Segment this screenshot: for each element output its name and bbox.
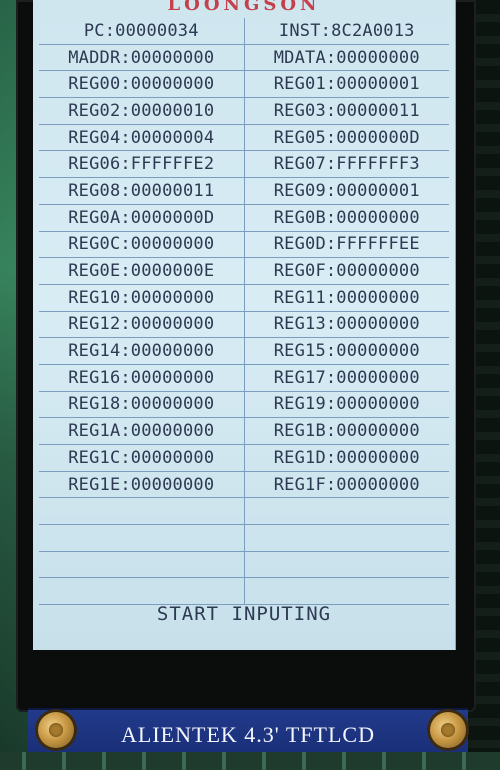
register-cell: REG14:00000000 — [39, 338, 245, 364]
empty-row — [39, 498, 450, 526]
register-cell: REG0C:00000000 — [39, 231, 245, 258]
register-cell: INST:8C2A0013 — [278, 20, 415, 41]
register-cell: REG08:00000011 — [39, 178, 245, 204]
register-cell: REG0F:00000000 — [273, 261, 420, 282]
board-label-strip: ALIENTEK 4.3' TFTLCD — [28, 708, 468, 754]
register-cell: REG1A:00000000 — [39, 418, 245, 444]
register-cell: REG1F:00000000 — [273, 474, 420, 495]
register-cell: PC:00000034 — [39, 18, 245, 44]
register-cell: REG0A:0000000D — [39, 204, 245, 231]
register-cell: REG0E:0000000E — [39, 258, 245, 284]
register-cell: REG19:00000000 — [273, 394, 420, 415]
register-row: REG1A:00000000 REG1B:00000000 — [39, 418, 449, 445]
register-row: REG08:00000011 REG09:00000001 — [39, 178, 449, 205]
register-row: REG0E:0000000E REG0F:00000000 — [39, 258, 449, 285]
register-cell: REG1C:00000000 — [39, 445, 245, 471]
register-row: REG04:00000004 REG05:0000000D — [39, 124, 449, 152]
register-row: REG12:00000000 REG13:00000000 — [39, 311, 449, 339]
register-cell: REG13:00000000 — [273, 314, 420, 335]
register-row: REG02:00000010 REG03:00000011 — [39, 98, 449, 125]
register-cell: REG0D:FFFFFFEE — [273, 234, 420, 255]
register-cell: REG06:FFFFFFE2 — [39, 151, 245, 178]
empty-cell — [245, 498, 450, 524]
register-row: REG10:00000000 REG11:00000000 — [39, 284, 449, 312]
register-cell: REG1B:00000000 — [273, 421, 420, 442]
register-cell: REG03:00000011 — [273, 100, 420, 121]
empty-cell — [39, 525, 245, 551]
empty-row — [39, 551, 450, 579]
register-cell: MADDR:00000000 — [39, 44, 245, 71]
register-cell: REG1E:00000000 — [39, 471, 245, 498]
register-cell: REG04:00000004 — [39, 124, 245, 151]
register-cell: REG05:0000000D — [273, 127, 420, 148]
register-row: REG1C:00000000 REG1D:00000000 — [39, 445, 449, 472]
register-row: REG0C:00000000 REG0D:FFFFFFEE — [39, 231, 449, 259]
status-message: START INPUTING — [156, 603, 332, 625]
register-cell: REG12:00000000 — [39, 311, 245, 338]
register-cell: REG09:00000001 — [273, 180, 420, 201]
empty-cell — [245, 578, 450, 604]
register-row: MADDR:00000000 MDATA:00000000 — [39, 44, 449, 72]
empty-cell — [245, 525, 450, 551]
register-row: REG1E:00000000 REG1F:00000000 — [39, 471, 449, 499]
empty-cell — [39, 578, 245, 605]
empty-row — [39, 525, 449, 552]
register-row: REG16:00000000 REG17:00000000 — [39, 364, 449, 392]
register-row: REG18:00000000 REG19:00000000 — [39, 391, 449, 419]
register-cell: MDATA:00000000 — [273, 47, 420, 68]
mounting-screw-right — [430, 712, 466, 748]
empty-cell — [39, 551, 245, 578]
register-cell: REG16:00000000 — [39, 364, 245, 391]
empty-cell — [39, 498, 245, 525]
register-cell: REG01:00000001 — [273, 74, 420, 95]
lcd-screen: LOONGSON PC:00000034 INST:8C2A0013 MADDR:0… — [33, 0, 456, 650]
register-cell: REG1D:00000000 — [273, 447, 420, 468]
mounting-screw-left — [38, 712, 74, 748]
register-cell: REG10:00000000 — [39, 284, 245, 311]
register-row: REG14:00000000 REG15:00000000 — [39, 338, 449, 365]
pcb-bottom-pins — [0, 752, 500, 770]
board-label-text: ALIENTEK 4.3' TFTLCD — [121, 722, 375, 747]
empty-cell — [245, 552, 450, 578]
register-cell: REG15:00000000 — [273, 341, 420, 362]
empty-row — [39, 578, 450, 606]
register-row: REG06:FFFFFFE2 REG07:FFFFFFF3 — [39, 151, 449, 179]
register-cell: REG02:00000010 — [39, 98, 245, 124]
banner-title: LOONGSON — [167, 0, 321, 14]
register-cell: REG18:00000000 — [39, 391, 245, 418]
register-table: PC:00000034 INST:8C2A0013 MADDR:00000000 MD… — [39, 18, 450, 606]
register-cell: REG00:00000000 — [39, 71, 245, 98]
register-cell: REG11:00000000 — [273, 287, 420, 308]
register-cell: REG07:FFFFFFF3 — [273, 154, 420, 175]
register-row: PC:00000034 INST:8C2A0013 — [39, 18, 449, 45]
register-row: REG00:00000000 REG01:00000001 — [39, 71, 449, 99]
register-row: REG0A:0000000D REG0B:00000000 — [39, 204, 449, 232]
register-cell: REG0B:00000000 — [273, 207, 420, 228]
register-cell: REG17:00000000 — [273, 367, 420, 388]
